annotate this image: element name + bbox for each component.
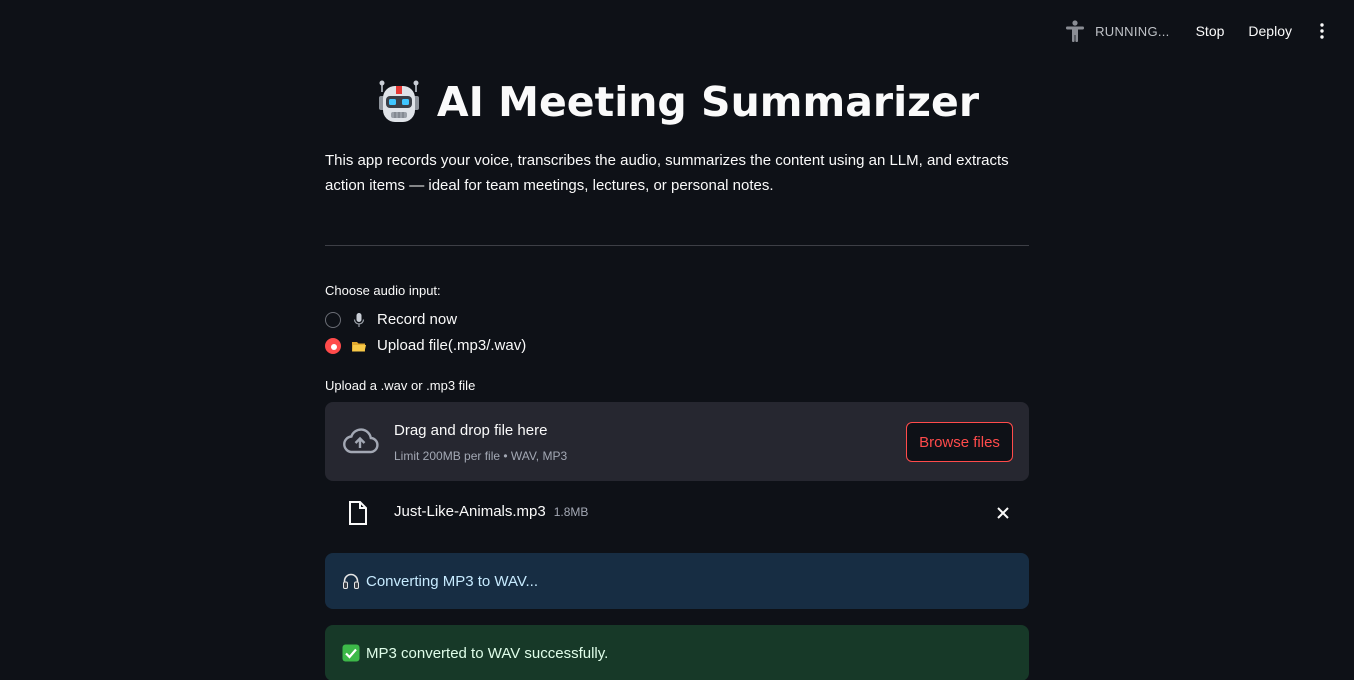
- file-name: Just-Like-Animals.mp3 1.8MB: [394, 503, 588, 520]
- check-mark-icon: [342, 644, 360, 662]
- page-title: AI Meeting Summarizer: [325, 78, 1029, 126]
- running-person-icon: [1066, 20, 1085, 42]
- radio-button[interactable]: [325, 311, 341, 328]
- upload-label: Upload a .wav or .mp3 file: [325, 378, 476, 393]
- file-name-text: Just-Like-Animals.mp3: [394, 503, 546, 520]
- success-alert: MP3 converted to WAV successfully.: [325, 625, 1029, 680]
- browse-files-button[interactable]: Browse files: [906, 422, 1013, 462]
- top-toolbar: RUNNING... Stop Deploy: [1065, 0, 1354, 62]
- file-size: 1.8MB: [553, 505, 589, 519]
- running-status: RUNNING...: [1065, 20, 1170, 42]
- dropzone-subtitle: Limit 200MB per file • WAV, MP3: [394, 449, 568, 463]
- cloud-upload-icon: [343, 428, 379, 454]
- audio-input-label: Choose audio input:: [325, 283, 441, 298]
- page-title-text: AI Meeting Summarizer: [436, 78, 980, 126]
- divider: [325, 245, 1029, 246]
- deploy-button[interactable]: Deploy: [1236, 17, 1304, 45]
- radio-button-selected[interactable]: [325, 337, 341, 354]
- file-icon: [349, 501, 367, 525]
- uploaded-file-item: Just-Like-Animals.mp3 1.8MB: [325, 495, 1029, 531]
- stop-button[interactable]: Stop: [1184, 17, 1237, 45]
- success-alert-text: MP3 converted to WAV successfully.: [366, 644, 609, 662]
- running-status-text: RUNNING...: [1095, 23, 1170, 39]
- radio-option-record[interactable]: Record now: [325, 311, 457, 328]
- vertical-dots-icon: [1320, 23, 1324, 39]
- dropzone-title: Drag and drop file here: [394, 422, 548, 439]
- info-alert: Converting MP3 to WAV...: [325, 553, 1029, 609]
- radio-option-label: Upload file(.mp3/.wav): [377, 337, 527, 354]
- radio-option-upload[interactable]: Upload file(.mp3/.wav): [325, 337, 526, 354]
- info-alert-text: Converting MP3 to WAV...: [366, 572, 539, 590]
- main-menu-button[interactable]: [1308, 17, 1336, 45]
- intro-text: This app records your voice, transcribes…: [325, 152, 1009, 194]
- folder-icon: [352, 341, 366, 351]
- robot-emoji-icon: [378, 80, 419, 122]
- close-icon[interactable]: [995, 505, 1011, 521]
- microphone-icon: [353, 312, 365, 327]
- headphones-icon: [343, 573, 359, 589]
- radio-option-label: Record now: [377, 311, 458, 328]
- file-dropzone[interactable]: Drag and drop file here Limit 200MB per …: [325, 402, 1029, 481]
